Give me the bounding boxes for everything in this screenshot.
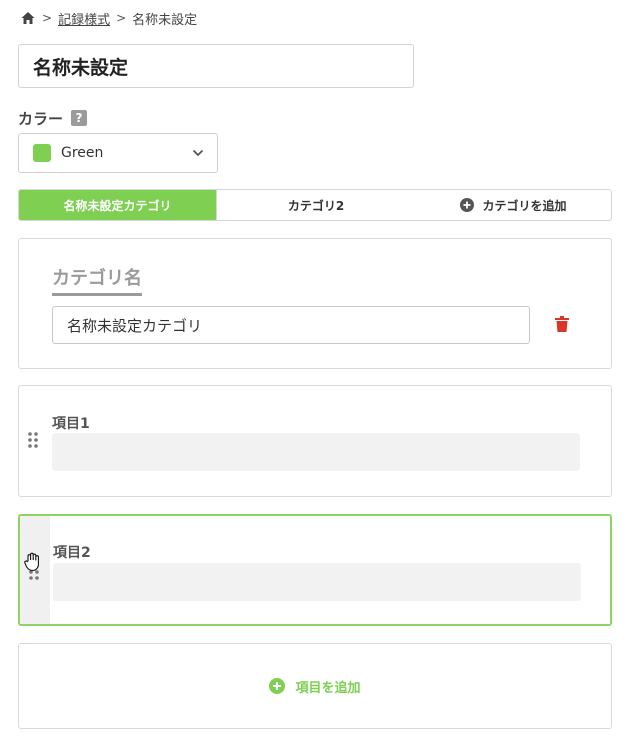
item-label: 項目1 xyxy=(52,416,90,432)
add-category-label: カテゴリを追加 xyxy=(482,198,567,213)
help-icon[interactable]: ? xyxy=(71,110,88,126)
add-item-button[interactable]: 項目を追加 xyxy=(18,643,612,729)
tab-category-2[interactable]: カテゴリ2 xyxy=(216,190,416,220)
color-label-row: カラー ? xyxy=(18,107,88,129)
color-label: カラー xyxy=(18,109,64,128)
tab-category-1[interactable]: 名称未設定カテゴリ xyxy=(19,190,216,220)
home-icon[interactable] xyxy=(20,10,36,26)
category-name-input[interactable]: 名称未設定カテゴリ xyxy=(52,306,530,344)
plus-circle-icon xyxy=(269,678,286,694)
item-value-field[interactable] xyxy=(52,433,580,471)
chevron-down-icon xyxy=(192,149,204,157)
item-card-1: 項目1 xyxy=(18,385,612,497)
trash-icon[interactable] xyxy=(555,316,569,332)
breadcrumb: > 記録様式 > 名称未設定 xyxy=(20,8,197,28)
form-title-input[interactable]: 名称未設定 xyxy=(18,44,414,88)
breadcrumb-separator: > xyxy=(116,11,127,25)
color-swatch xyxy=(33,144,51,162)
item-card-2: 項目2 xyxy=(18,514,612,626)
category-tabs: 名称未設定カテゴリ カテゴリ2 カテゴリを追加 xyxy=(18,189,612,221)
category-card: カテゴリ名 名称未設定カテゴリ xyxy=(18,238,612,369)
category-name-heading: カテゴリ名 xyxy=(52,264,142,296)
color-select-value: Green xyxy=(61,145,104,161)
hand-cursor-icon xyxy=(24,552,39,572)
item-label: 項目2 xyxy=(53,545,91,561)
item-value-field[interactable] xyxy=(53,563,581,601)
breadcrumb-current: 名称未設定 xyxy=(132,12,198,28)
breadcrumb-separator: > xyxy=(42,11,53,25)
add-category-tab[interactable]: カテゴリを追加 xyxy=(416,190,611,220)
plus-circle-icon xyxy=(460,198,475,212)
add-item-label: 項目を追加 xyxy=(295,680,361,696)
breadcrumb-link-records[interactable]: 記録様式 xyxy=(58,9,110,28)
drag-handle-icon[interactable] xyxy=(28,432,38,448)
color-select[interactable]: Green xyxy=(18,133,218,173)
